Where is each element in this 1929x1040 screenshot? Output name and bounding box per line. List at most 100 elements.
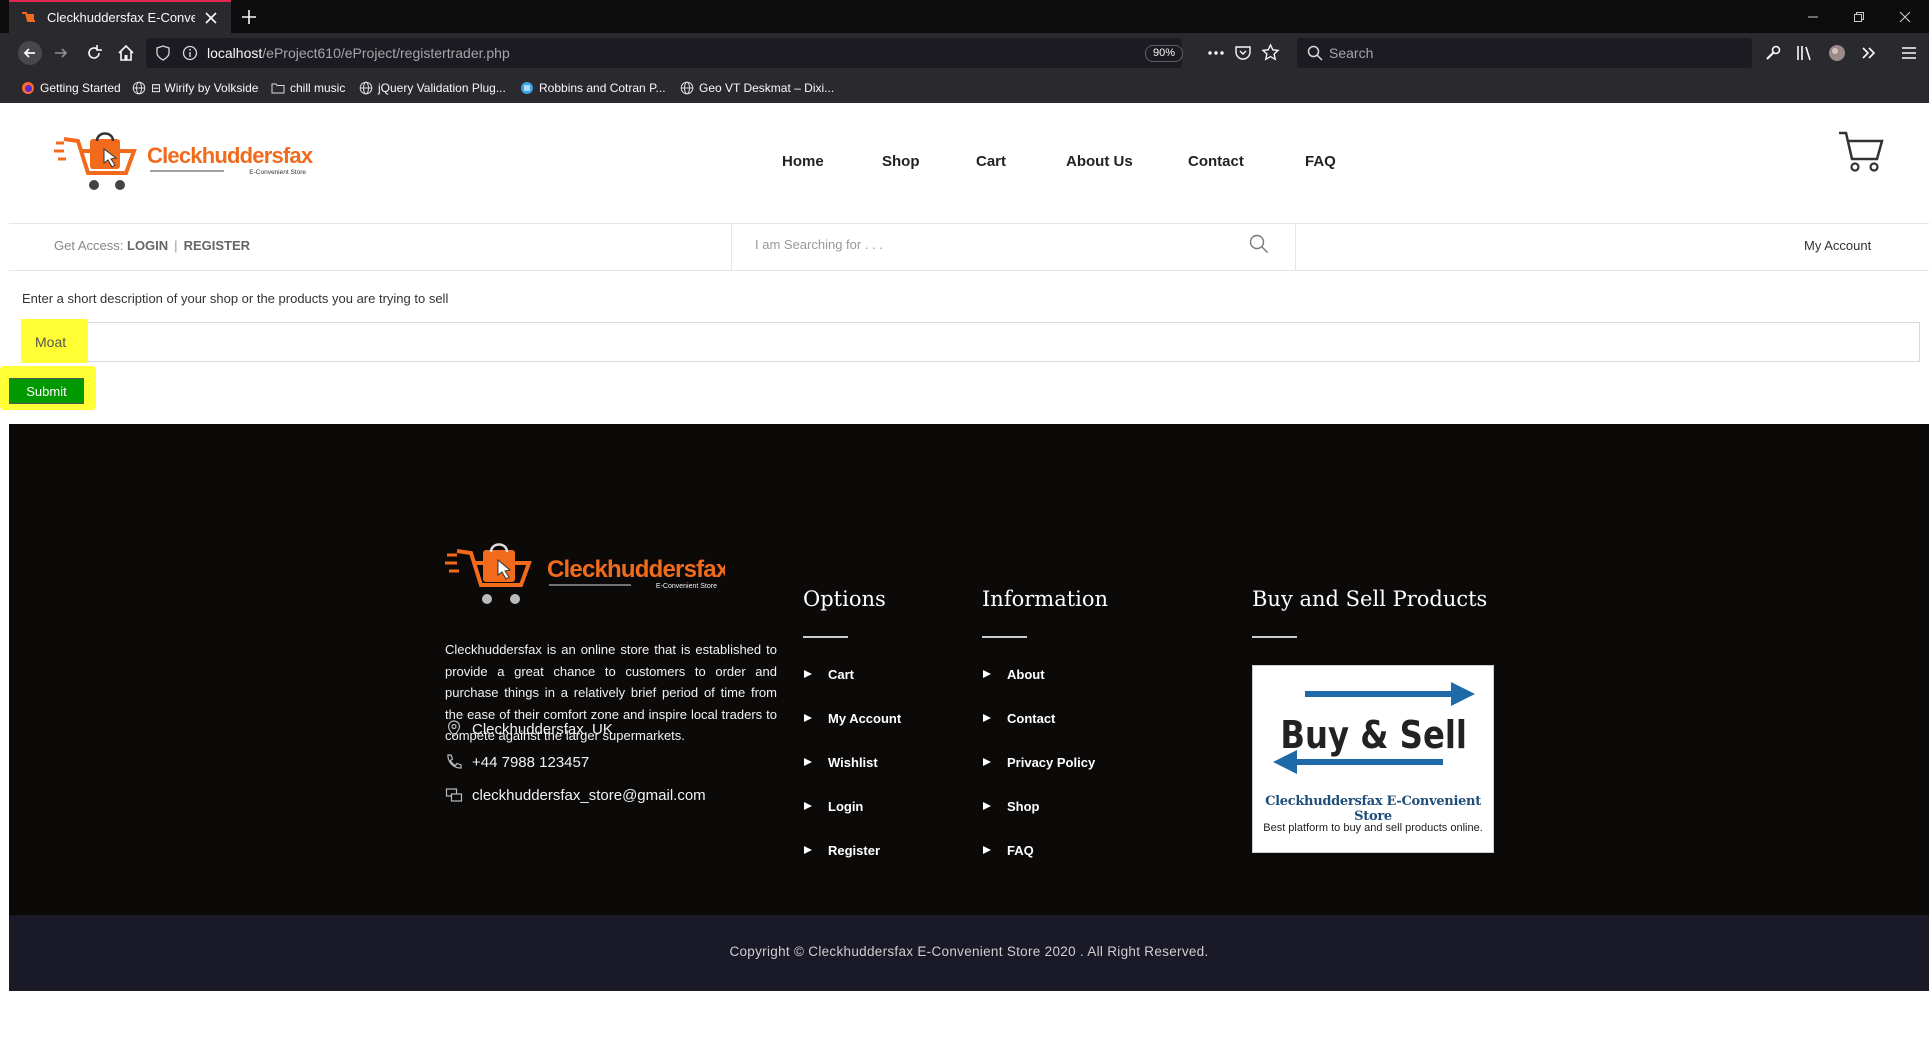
bookmark-label: chill music (290, 81, 346, 95)
tracking-shield-icon[interactable] (156, 45, 170, 61)
access-separator: | (174, 238, 178, 253)
nav-cart[interactable]: Cart (976, 153, 1006, 170)
library-icon[interactable] (1795, 43, 1815, 63)
buy-sell-banner-subtitle: Best platform to buy and sell products o… (1263, 822, 1483, 834)
footer-link-cart[interactable]: Cart (803, 664, 854, 684)
access-label: Get Access: (54, 238, 124, 253)
reload-icon[interactable] (84, 43, 104, 63)
arrow-right-icon (804, 714, 812, 722)
close-window-button[interactable] (1882, 0, 1928, 33)
bookmark-label: Getting Started (40, 81, 121, 95)
arrow-right-icon (804, 758, 812, 766)
arrow-right-icon (804, 846, 812, 854)
blue-circle-icon (521, 82, 533, 94)
site-footer: Cleckhuddersfax E-Convenient Store Cleck… (9, 424, 1929, 915)
footer-link-my-account[interactable]: My Account (803, 708, 901, 728)
buy-sell-arrows-icon: Buy & Sell (1273, 682, 1475, 774)
buy-sell-banner-text: Buy & Sell (1280, 714, 1467, 758)
restore-icon (1854, 11, 1864, 22)
restore-window-button[interactable] (1836, 0, 1882, 33)
footer-link-label: Contact (1007, 710, 1056, 726)
site-search-input[interactable]: I am Searching for . . . (755, 237, 883, 252)
footer-logo-tagline: E-Convenient Store (656, 583, 717, 590)
footer-link-shop[interactable]: Shop (982, 796, 1040, 816)
nav-shop[interactable]: Shop (882, 153, 920, 170)
bookmark-item[interactable]: Getting Started (21, 73, 121, 103)
footer-link-wishlist[interactable]: Wishlist (803, 752, 878, 772)
chat-bubbles-icon (445, 788, 463, 802)
close-window-icon (1899, 11, 1911, 22)
footer-link-login[interactable]: Login (803, 796, 863, 816)
zoom-indicator[interactable]: 90% (1145, 45, 1183, 62)
new-tab-icon[interactable] (238, 6, 260, 28)
footer-link-label: Login (828, 798, 864, 814)
footer-phone-text[interactable]: +44 7988 123457 (472, 754, 589, 771)
close-tab-icon[interactable] (203, 10, 219, 26)
home-icon[interactable] (116, 43, 136, 63)
buy-sell-banner[interactable]: Buy & Sell Cleckhuddersfax E-Convenient … (1252, 665, 1494, 853)
cart-icon[interactable] (1837, 129, 1885, 173)
nav-faq[interactable]: FAQ (1305, 153, 1336, 170)
bookmark-item[interactable]: Geo VT Deskmat – Dixi... (680, 73, 834, 103)
footer-link-label: My Account (828, 710, 902, 726)
footer-shopping-cart-logo-icon: Cleckhuddersfax E-Convenient Store (445, 543, 725, 604)
nav-about-us[interactable]: About Us (1066, 153, 1133, 170)
my-account-link[interactable]: My Account (1804, 238, 1871, 253)
buy-sell-underline (1252, 636, 1297, 638)
bookmark-item[interactable]: jQuery Validation Plug... (359, 73, 506, 103)
browser-toolbar: localhost/eProject610/eProject/registert… (0, 33, 1929, 73)
account-avatar-icon[interactable] (1827, 43, 1847, 63)
browser-search-bar[interactable]: Search (1297, 38, 1752, 68)
login-link[interactable]: LOGIN (127, 238, 168, 253)
site-search-icon[interactable] (1249, 234, 1269, 254)
footer-link-faq[interactable]: FAQ (982, 840, 1034, 860)
tools-wrench-icon[interactable] (1763, 43, 1783, 63)
arrow-right-icon (983, 670, 991, 678)
buy-sell-heading: Buy and Sell Products (1252, 587, 1488, 611)
subheader-separator (731, 224, 732, 270)
nav-home[interactable]: Home (782, 153, 824, 170)
footer-link-contact[interactable]: Contact (982, 708, 1055, 728)
address-bar[interactable]: localhost/eProject610/eProject/registert… (146, 38, 1280, 68)
url-host: localhost (207, 45, 263, 61)
footer-link-label: Cart (828, 666, 855, 682)
footer-phone: +44 7988 123457 (445, 751, 589, 773)
shop-description-input[interactable] (21, 322, 1920, 362)
footer-link-privacy-policy[interactable]: Privacy Policy (982, 752, 1095, 772)
bookmark-star-icon[interactable] (1261, 43, 1280, 62)
information-heading: Information (982, 587, 1109, 611)
shop-description-value[interactable]: Moat (35, 334, 66, 350)
get-access-bar: Get Access: LOGIN | REGISTER (54, 238, 250, 253)
site-favicon-icon (22, 11, 35, 22)
arrow-right-icon (804, 802, 812, 810)
nav-contact[interactable]: Contact (1188, 153, 1244, 170)
minimize-icon (1808, 16, 1818, 17)
page-actions-icon[interactable] (1207, 45, 1225, 61)
back-icon[interactable] (18, 41, 42, 65)
footer-link-label: Shop (1007, 798, 1040, 814)
tab-title: Cleckhuddersfax E-Convenient (47, 10, 195, 25)
browser-search-placeholder: Search (1329, 45, 1374, 61)
arrow-right-icon (804, 670, 812, 678)
bookmark-item[interactable]: Robbins and Cotran P... (520, 73, 666, 103)
hamburger-menu-icon[interactable] (1899, 43, 1919, 63)
overflow-chevron-icon[interactable] (1859, 43, 1879, 63)
site-info-icon[interactable] (182, 45, 198, 61)
register-link[interactable]: REGISTER (184, 238, 250, 253)
bookmarks-toolbar: Getting Started ⊟ Wirify by Volkside chi… (0, 73, 1929, 103)
footer-link-about[interactable]: About (982, 664, 1045, 684)
footer-link-register[interactable]: Register (803, 840, 880, 860)
forward-icon[interactable] (51, 43, 71, 63)
folder-icon (271, 83, 285, 94)
copyright-bar: Copyright © Cleckhuddersfax E-Convenient… (9, 915, 1929, 991)
footer-location-text: Cleckhuddersfax, UK (472, 720, 613, 738)
main-navigation: Home Shop Cart About Us Contact FAQ (9, 153, 1929, 177)
bookmark-item[interactable]: chill music (271, 73, 345, 103)
pocket-icon[interactable] (1234, 44, 1252, 62)
bookmark-item[interactable]: ⊟ Wirify by Volkside (132, 73, 258, 103)
submit-button[interactable]: Submit (9, 378, 84, 404)
browser-tab[interactable]: Cleckhuddersfax E-Convenient (9, 0, 231, 33)
minimize-window-button[interactable] (1790, 0, 1836, 33)
footer-email-text[interactable]: cleckhuddersfax_store@gmail.com (472, 787, 706, 804)
footer-logo[interactable]: Cleckhuddersfax E-Convenient Store (445, 539, 725, 611)
